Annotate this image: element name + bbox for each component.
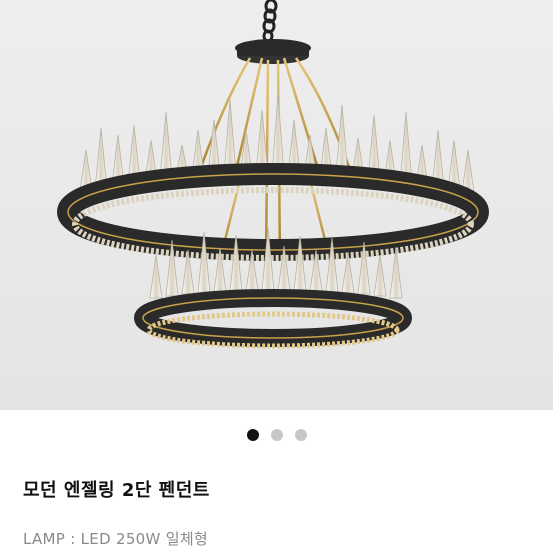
product-title: 모던 엔젤링 2단 펜던트 xyxy=(23,480,210,501)
product-image[interactable] xyxy=(0,0,553,410)
carousel-dot-3[interactable] xyxy=(294,429,307,441)
product-spec: LAMP : LED 250W 일체형 xyxy=(23,530,209,548)
chandelier-photo xyxy=(0,0,553,410)
carousel-dot-1[interactable] xyxy=(246,429,259,441)
carousel-indicator[interactable] xyxy=(0,429,553,441)
carousel-dot-2[interactable] xyxy=(270,429,283,441)
